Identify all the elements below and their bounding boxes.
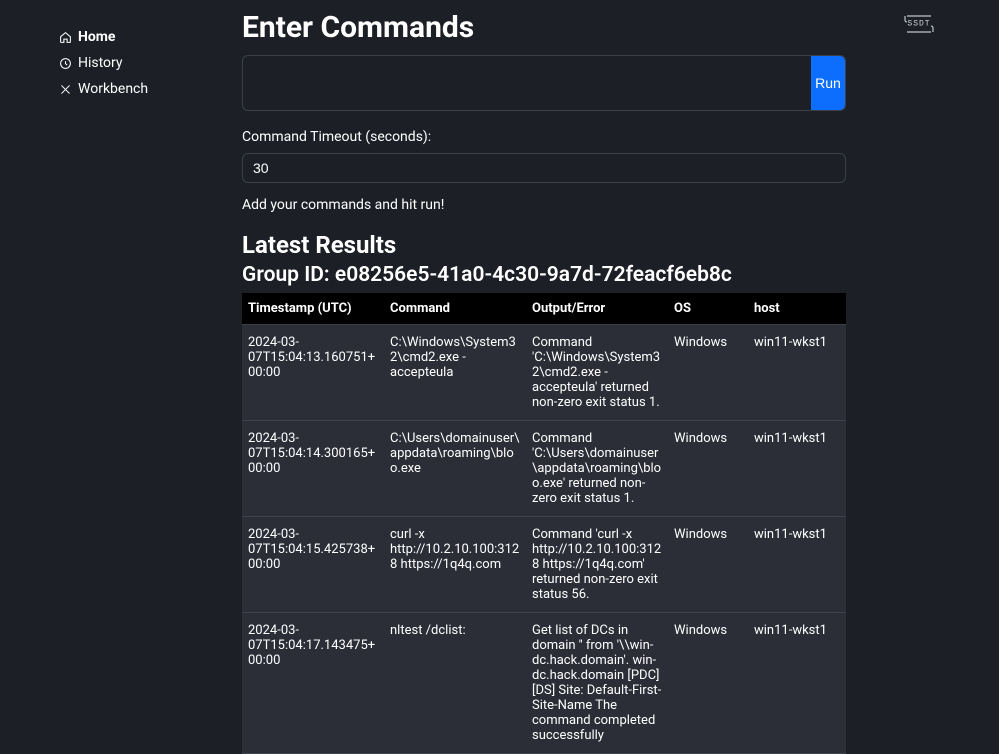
cell-output: Command 'curl -x http://10.2.10.100:3128…	[526, 517, 668, 613]
cell-host: win11-wkst1	[748, 421, 846, 517]
group-id-value: e08256e5-41a0-4c30-9a7d-72feacf6eb8c	[335, 263, 732, 287]
col-host: host	[748, 293, 846, 325]
cell-host: win11-wkst1	[748, 613, 846, 754]
table-row: 2024-03-07T15:04:14.300165+00:00 C:\User…	[242, 421, 846, 517]
col-timestamp: Timestamp (UTC)	[242, 293, 384, 325]
sidebar-item-home[interactable]: Home	[0, 24, 200, 50]
table-row: 2024-03-07T15:04:13.160751+00:00 C:\Wind…	[242, 325, 846, 421]
cell-output: Command 'C:\Users\domainuser\appdata\roa…	[526, 421, 668, 517]
sidebar: Home History Workbench	[0, 0, 200, 102]
app-logo: SSDT	[899, 12, 939, 36]
tools-icon	[58, 82, 72, 96]
sidebar-item-workbench[interactable]: Workbench	[0, 76, 200, 102]
page-title: Enter Commands	[242, 10, 846, 45]
cell-timestamp: 2024-03-07T15:04:15.425738+00:00	[242, 517, 384, 613]
group-id-line: Group ID: e08256e5-41a0-4c30-9a7d-72feac…	[242, 263, 846, 287]
home-icon	[58, 30, 72, 44]
cell-os: Windows	[668, 517, 748, 613]
cell-command: C:\Users\domainuser\appdata\roaming\bloo…	[384, 421, 526, 517]
sidebar-item-label: History	[78, 54, 123, 72]
results-table: Timestamp (UTC) Command Output/Error OS …	[242, 293, 846, 754]
sidebar-item-label: Workbench	[78, 80, 148, 98]
cell-os: Windows	[668, 421, 748, 517]
clock-icon	[58, 56, 72, 70]
cell-os: Windows	[668, 613, 748, 754]
results-title: Latest Results	[242, 231, 846, 259]
main-content: Enter Commands Run Command Timeout (seco…	[242, 10, 846, 754]
cell-timestamp: 2024-03-07T15:04:17.143475+00:00	[242, 613, 384, 754]
table-row: 2024-03-07T15:04:15.425738+00:00 curl -x…	[242, 517, 846, 613]
table-row: 2024-03-07T15:04:17.143475+00:00 nltest …	[242, 613, 846, 754]
command-row: Run	[242, 55, 846, 111]
sidebar-item-label: Home	[78, 28, 115, 46]
run-button[interactable]: Run	[811, 56, 845, 110]
cell-output: Command 'C:\Windows\System32\cmd2.exe -a…	[526, 325, 668, 421]
cell-command: curl -x http://10.2.10.100:3128 https://…	[384, 517, 526, 613]
cell-os: Windows	[668, 325, 748, 421]
table-header-row: Timestamp (UTC) Command Output/Error OS …	[242, 293, 846, 325]
sidebar-item-history[interactable]: History	[0, 50, 200, 76]
cell-timestamp: 2024-03-07T15:04:14.300165+00:00	[242, 421, 384, 517]
timeout-label: Command Timeout (seconds):	[242, 129, 846, 145]
cell-timestamp: 2024-03-07T15:04:13.160751+00:00	[242, 325, 384, 421]
timeout-input[interactable]	[242, 153, 846, 183]
cell-output: Get list of DCs in domain '' from '\\win…	[526, 613, 668, 754]
cell-command: C:\Windows\System32\cmd2.exe -accepteula	[384, 325, 526, 421]
hint-text: Add your commands and hit run!	[242, 197, 846, 213]
col-output: Output/Error	[526, 293, 668, 325]
command-input[interactable]	[243, 56, 811, 110]
col-os: OS	[668, 293, 748, 325]
cell-host: win11-wkst1	[748, 325, 846, 421]
cell-host: win11-wkst1	[748, 517, 846, 613]
col-command: Command	[384, 293, 526, 325]
cell-command: nltest /dclist:	[384, 613, 526, 754]
